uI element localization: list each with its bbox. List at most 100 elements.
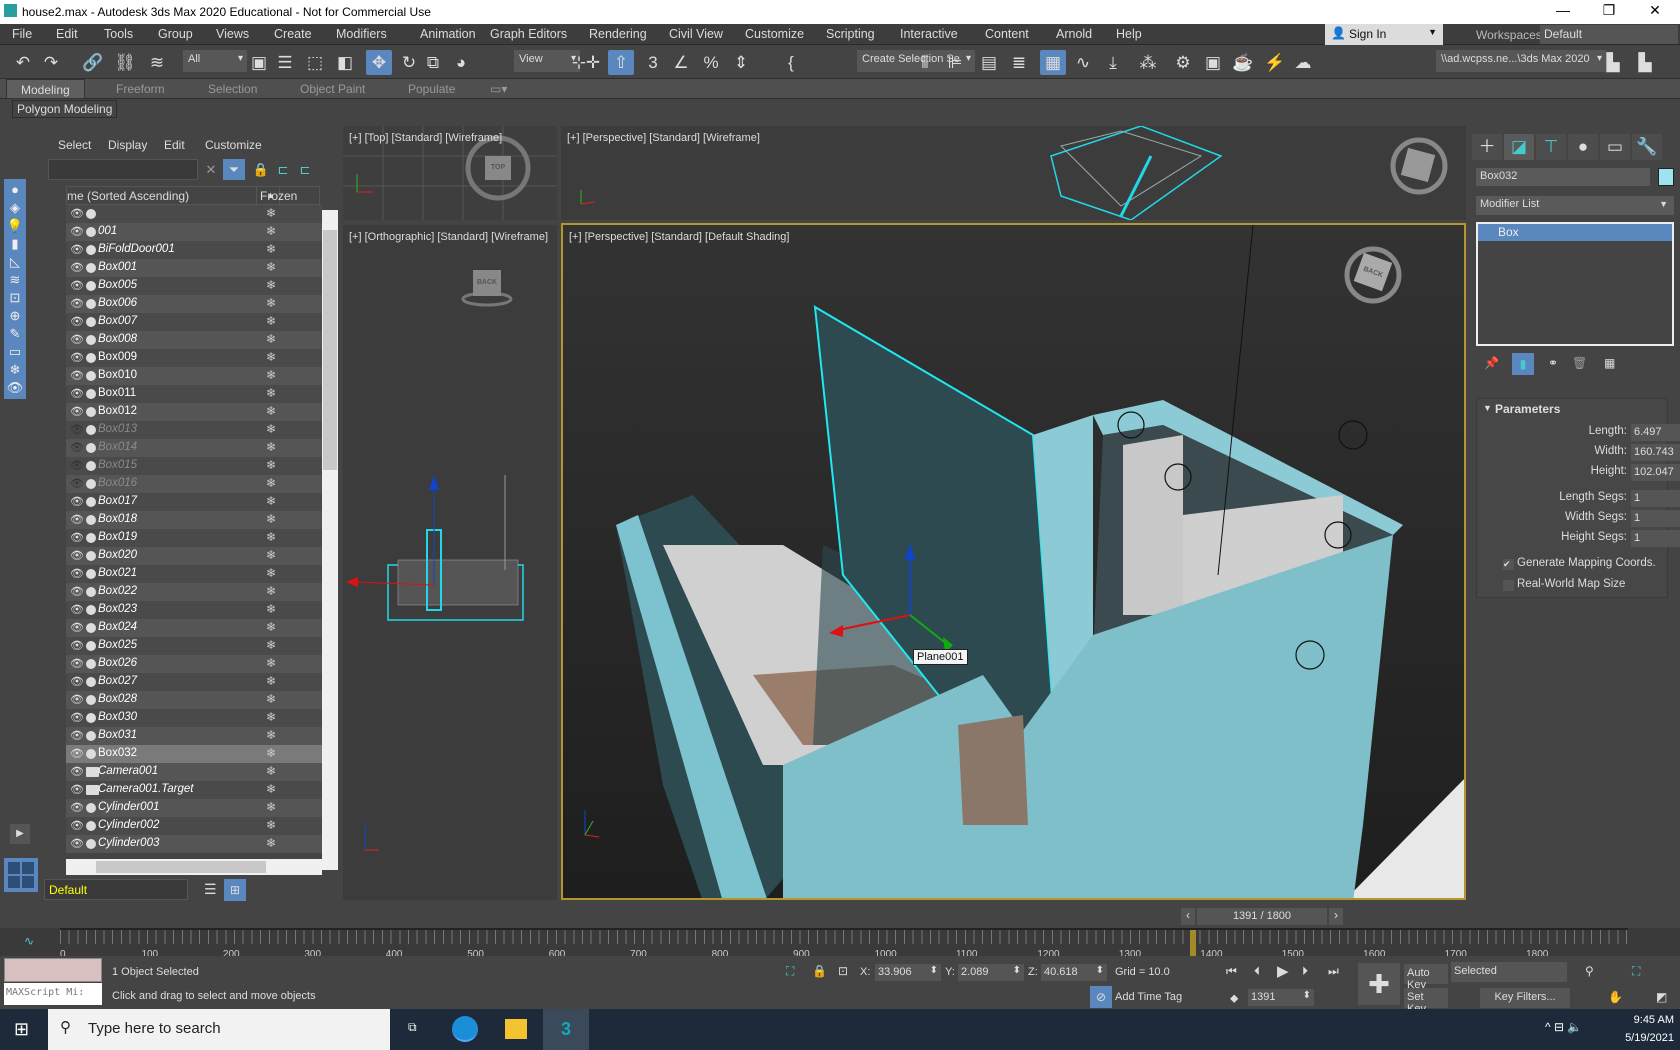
- table-row[interactable]: 👁 Box030 ❄: [66, 709, 322, 727]
- modify-tab-icon[interactable]: ◪: [1504, 134, 1534, 160]
- next-key-icon[interactable]: ⏵: [1302, 964, 1308, 979]
- set-key-button[interactable]: Set Key: [1404, 988, 1448, 1015]
- scale-icon[interactable]: ⧉: [420, 50, 446, 75]
- taskbar-search-box[interactable]: ⚲ Type here to search: [48, 1009, 390, 1050]
- frozen-snowflake-icon[interactable]: ❄: [266, 350, 276, 364]
- viewcube-back-face[interactable]: BACK: [473, 279, 501, 286]
- y-coordinate-field[interactable]: 2.089: [958, 964, 1024, 981]
- set-project-icon[interactable]: ▙: [1632, 50, 1658, 75]
- viewport-perspective-active[interactable]: BACK [+] [Perspective] [Standard] [Defau…: [561, 223, 1466, 900]
- selection-filter-dropdown[interactable]: All: [183, 50, 247, 72]
- toggle-ribbon-icon[interactable]: ▦: [1040, 50, 1066, 75]
- ribbon-tab-freeform[interactable]: Freeform: [116, 82, 165, 96]
- go-to-end-icon[interactable]: ⏭: [1328, 964, 1339, 979]
- selection-lock-icon[interactable]: 🔒: [812, 964, 827, 978]
- ribbon-panel-polygon-modeling[interactable]: Polygon Modeling: [12, 100, 118, 118]
- param-width-spinner[interactable]: 160.743: [1631, 444, 1680, 461]
- add-time-tag-button[interactable]: Add Time Tag: [1115, 991, 1182, 1003]
- play-icon[interactable]: ▶: [1277, 962, 1289, 980]
- visibility-eye-icon[interactable]: 👁: [70, 819, 84, 832]
- frozen-snowflake-icon[interactable]: ❄: [266, 584, 276, 598]
- frozen-snowflake-icon[interactable]: ❄: [266, 692, 276, 706]
- table-row[interactable]: 👁 Cylinder001 ❄: [66, 799, 322, 817]
- param-width-segs-spinner[interactable]: 1: [1631, 510, 1680, 527]
- pin-stack-icon[interactable]: 📌: [1484, 356, 1499, 370]
- frozen-snowflake-icon[interactable]: ❄: [266, 368, 276, 382]
- frozen-snowflake-icon[interactable]: ❄: [266, 494, 276, 508]
- table-row[interactable]: 👁 BiFoldDoor001 ❄: [66, 241, 322, 259]
- visibility-eye-icon[interactable]: 👁: [70, 549, 84, 562]
- visibility-eye-icon[interactable]: 👁: [70, 405, 84, 418]
- explorer-menu-customize[interactable]: Customize: [205, 138, 262, 152]
- menu-help[interactable]: Help: [1116, 27, 1142, 41]
- table-row[interactable]: 👁 Cylinder002 ❄: [66, 817, 322, 835]
- visibility-eye-icon[interactable]: 👁: [70, 297, 84, 310]
- curve-editor-mini-icon[interactable]: ∿: [24, 934, 34, 948]
- table-row[interactable]: 👁 ❄: [66, 205, 322, 223]
- create-tab-plus-icon[interactable]: ＋: [1472, 134, 1502, 160]
- hierarchy-view-icon[interactable]: ⊞: [224, 879, 246, 901]
- filter-hidden-icon[interactable]: 👁: [4, 377, 26, 399]
- placement-icon[interactable]: ◕: [448, 50, 474, 75]
- viewport-label-top[interactable]: [+] [Top] [Standard] [Wireframe]: [349, 132, 502, 144]
- ribbon-tab-populate[interactable]: Populate: [408, 82, 455, 96]
- workspaces-select[interactable]: Default: [1540, 25, 1678, 44]
- menu-modifiers[interactable]: Modifiers: [336, 27, 387, 41]
- table-row[interactable]: 👁 Box010 ❄: [66, 367, 322, 385]
- table-row[interactable]: 👁 Box018 ❄: [66, 511, 322, 529]
- maxscript-mini-input[interactable]: MAXScript Mi:: [4, 983, 102, 1005]
- table-row[interactable]: 👁 Box019 ❄: [66, 529, 322, 547]
- table-row[interactable]: 👁 Box013 ❄: [66, 421, 322, 439]
- visibility-eye-icon[interactable]: 👁: [70, 621, 84, 634]
- visibility-eye-icon[interactable]: 👁: [70, 675, 84, 688]
- frozen-snowflake-icon[interactable]: ❄: [266, 710, 276, 724]
- rollout-collapse-icon[interactable]: ▼: [1483, 403, 1492, 413]
- ribbon-options-icon[interactable]: ▭▾: [490, 82, 507, 96]
- frozen-snowflake-icon[interactable]: ❄: [266, 620, 276, 634]
- visibility-eye-icon[interactable]: 👁: [70, 783, 84, 796]
- zoom-extents-icon[interactable]: ⛶: [1632, 964, 1640, 979]
- link-icon[interactable]: 🔗: [80, 50, 106, 75]
- manipulate-icon[interactable]: ⇧: [608, 50, 634, 75]
- layer-explorer-icon[interactable]: ☰: [204, 881, 217, 898]
- next-frame-button[interactable]: ›: [1329, 908, 1343, 925]
- maxscript-listener[interactable]: [4, 958, 102, 982]
- select-by-name-icon[interactable]: ☰: [272, 50, 298, 75]
- visibility-eye-icon[interactable]: 👁: [70, 333, 84, 346]
- time-tag-icon[interactable]: ⊘: [1090, 986, 1112, 1008]
- key-mode-icon[interactable]: ⬥: [1230, 991, 1238, 1006]
- layer-dropdown[interactable]: Default: [44, 879, 188, 900]
- zoom-icon[interactable]: ⚲: [1585, 964, 1594, 978]
- viewport-orthographic[interactable]: BACK [+] [Orthographic] [Standard] [Wire…: [343, 225, 557, 900]
- absolute-mode-icon[interactable]: ⊡: [838, 964, 848, 978]
- visibility-eye-icon[interactable]: 👁: [70, 585, 84, 598]
- hierarchy-icon[interactable]: ⊏: [294, 159, 316, 180]
- mirror-icon[interactable]: ⫴: [912, 50, 938, 75]
- table-row[interactable]: 👁 001 ❄: [66, 223, 322, 241]
- menu-file[interactable]: File: [12, 27, 32, 41]
- viewport-layout-button[interactable]: [4, 858, 38, 892]
- table-row[interactable]: 👁 Box008 ❄: [66, 331, 322, 349]
- rollout-title[interactable]: Parameters: [1495, 402, 1560, 416]
- param-height-segs-spinner[interactable]: 1: [1631, 530, 1680, 547]
- configure-modifier-sets-icon[interactable]: ▦: [1604, 356, 1615, 370]
- table-row[interactable]: 👁 Camera001 ❄: [66, 763, 322, 781]
- menu-views[interactable]: Views: [216, 27, 249, 41]
- frozen-snowflake-icon[interactable]: ❄: [266, 746, 276, 760]
- frozen-snowflake-icon[interactable]: ❄: [266, 656, 276, 670]
- edge-browser-icon[interactable]: [452, 1016, 478, 1042]
- render-in-cloud-icon[interactable]: ☁: [1290, 50, 1316, 75]
- frozen-snowflake-icon[interactable]: ❄: [266, 476, 276, 490]
- table-row[interactable]: 👁 Box007 ❄: [66, 313, 322, 331]
- prev-frame-button[interactable]: ‹: [1181, 908, 1195, 925]
- x-coordinate-field[interactable]: 33.906: [875, 964, 941, 981]
- param-height-spinner[interactable]: 102.047: [1631, 464, 1680, 481]
- param-length-segs-spinner[interactable]: 1: [1631, 490, 1680, 507]
- auto-key-button[interactable]: Auto Key: [1404, 964, 1448, 991]
- frozen-snowflake-icon[interactable]: ❄: [266, 764, 276, 778]
- table-row[interactable]: 👁 Camera001.Target ❄: [66, 781, 322, 799]
- explorer-menu-edit[interactable]: Edit: [164, 138, 185, 152]
- column-header-name[interactable]: me (Sorted Ascending) ▲: [66, 186, 280, 205]
- menu-tools[interactable]: Tools: [104, 27, 133, 41]
- snap-toggle-icon[interactable]: ✛: [580, 50, 606, 75]
